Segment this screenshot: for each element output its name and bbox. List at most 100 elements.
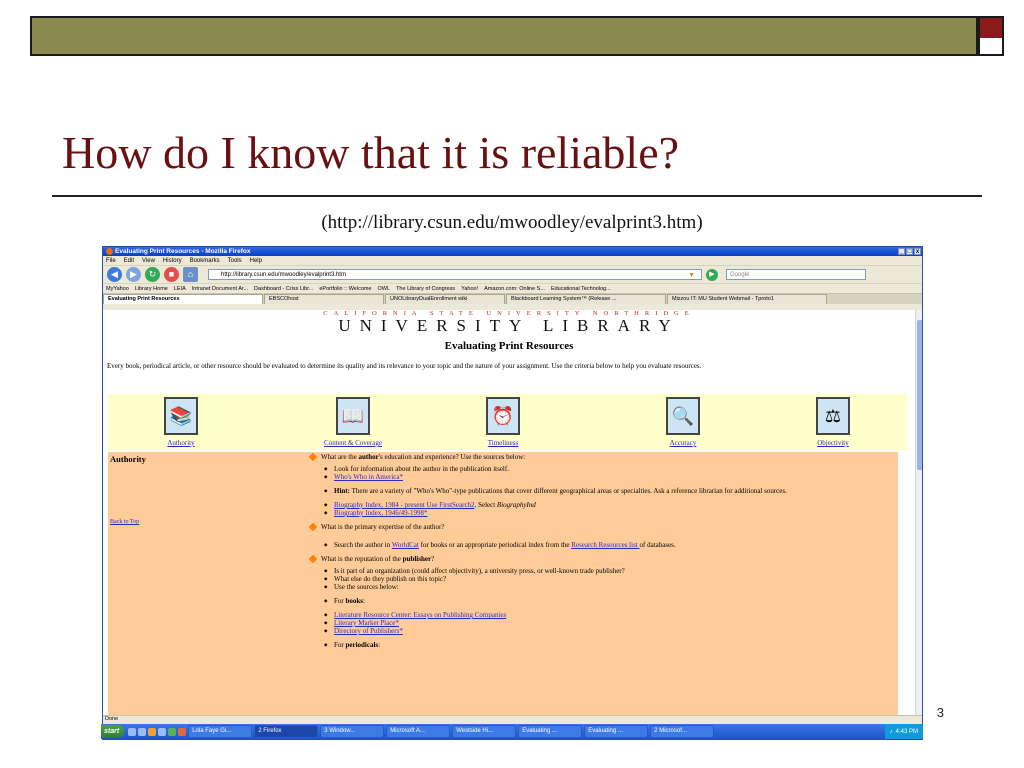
whos-who-link[interactable]: Who's Who in America* <box>334 473 403 481</box>
bookmark-item[interactable]: Library Home <box>135 286 168 292</box>
address-bar[interactable]: http://library.csun.edu/mwoodley/evalpri… <box>208 269 702 280</box>
maximize-button[interactable]: □ <box>906 248 913 255</box>
stop-icon[interactable]: ■ <box>164 267 179 282</box>
quicklaunch-word-icon[interactable] <box>158 727 167 736</box>
bookmark-item[interactable]: Amazon.com: Online S... <box>484 286 545 292</box>
status-bar: Done <box>103 715 922 724</box>
authority-section: Authority Back to Top What are the autho… <box>108 452 898 715</box>
list-item: For periodicals: <box>324 641 894 649</box>
diamond-bullet-icon <box>308 452 318 462</box>
tray-volume-icon[interactable]: ♪ <box>890 729 893 735</box>
criterion-accuracy[interactable]: 🔍 Accuracy <box>638 397 728 447</box>
bookmark-item[interactable]: OWL <box>378 286 391 292</box>
list-item: Look for information about the author in… <box>324 465 894 473</box>
clock: 4:43 PM <box>895 728 918 735</box>
question-author-expertise: What is the primary expertise of the aut… <box>308 522 894 532</box>
tab-blackboard[interactable]: Blackboard Learning System™ (Release ... <box>506 294 666 304</box>
open-book-icon[interactable]: 📖 <box>336 397 370 435</box>
search-input[interactable]: Google <box>726 269 866 280</box>
quicklaunch-firefox-icon[interactable] <box>148 727 157 736</box>
criterion-objectivity[interactable]: ⚖ Objectivity <box>788 397 878 447</box>
task-item[interactable]: 3 Window... <box>320 725 385 738</box>
books-list: For books: <box>324 597 894 605</box>
tab-mizzou-webmail[interactable]: Mizzou IT: MU Student Webmail - Tproto1 <box>667 294 827 304</box>
books-icon[interactable]: 📚 <box>164 397 198 435</box>
reload-icon[interactable]: ↻ <box>145 267 160 282</box>
task-item[interactable]: Westside Hi... <box>452 725 517 738</box>
task-item[interactable]: Lola Faye Gi... <box>188 725 253 738</box>
bookmark-item[interactable]: Intranet Document Ar... <box>192 286 248 292</box>
bookmark-item[interactable]: The Library of Congress <box>396 286 455 292</box>
menu-bar: File Edit View History Bookmarks Tools H… <box>103 256 922 265</box>
back-to-top-link[interactable]: Back to Top <box>110 519 139 525</box>
worldcat-link[interactable]: WorldCat <box>392 541 419 549</box>
bookmark-item[interactable]: Dashboard - Criss Libr... <box>254 286 313 292</box>
bookmark-item[interactable]: LEIA <box>174 286 186 292</box>
question-author-education: What are the author's education and expe… <box>308 452 894 462</box>
go-icon[interactable]: ▶ <box>706 268 718 281</box>
menu-view[interactable]: View <box>142 258 155 264</box>
scales-icon[interactable]: ⚖ <box>816 397 850 435</box>
bookmark-item[interactable]: Educational Technolog... <box>551 286 611 292</box>
forward-arrow-icon[interactable]: ▶ <box>126 267 141 282</box>
tab-uno-wiki[interactable]: UNOLibraryDualEnrollment wiki <box>385 294 505 304</box>
task-item[interactable]: Microsoft A... <box>386 725 451 738</box>
quicklaunch-ie-icon[interactable] <box>138 727 147 736</box>
slide-title: How do I know that it is reliable? <box>62 127 680 178</box>
home-icon[interactable]: ⌂ <box>183 267 198 282</box>
quicklaunch-powerpoint-icon[interactable] <box>178 727 187 736</box>
list-item: Is it part of an organization (could aff… <box>324 567 894 575</box>
quicklaunch-desktop-icon[interactable] <box>128 727 137 736</box>
menu-tools[interactable]: Tools <box>228 258 242 264</box>
criterion-content-link[interactable]: Content & Coverage <box>308 439 398 447</box>
close-button[interactable]: x <box>914 248 921 255</box>
task-item[interactable]: Evaluating ... <box>518 725 583 738</box>
magnifier-icon[interactable]: 🔍 <box>666 397 700 435</box>
literary-market-place-link[interactable]: Literary Market Place* <box>334 619 399 627</box>
list-item: Biography Index, 1984 - present Use Firs… <box>324 501 894 509</box>
back-arrow-icon[interactable]: ◀ <box>107 267 122 282</box>
system-tray: ♪ 4:43 PM <box>884 724 923 739</box>
dropdown-arrow-icon[interactable]: ▼ <box>688 270 695 281</box>
taskbar: start Lola Faye Gi... 2 Firefox 3 Window… <box>101 724 923 739</box>
menu-edit[interactable]: Edit <box>124 258 134 264</box>
directory-of-publishers-link[interactable]: Directory of Publishers* <box>334 627 403 635</box>
bookmark-item[interactable]: Yahoo! <box>461 286 478 292</box>
task-item[interactable]: 2 Firefox <box>254 725 319 738</box>
biography-index-print-link[interactable]: Biography Index, 1946/49-1998* <box>334 509 428 517</box>
research-resources-link[interactable]: Research Resources list <box>571 541 639 549</box>
biography-index-firstsearch-link[interactable]: Biography Index, 1984 - present Use Firs… <box>334 501 475 509</box>
tab-ebscohost[interactable]: EBSCOhost <box>264 294 384 304</box>
intro-paragraph: Every book, periodical article, or other… <box>107 362 702 370</box>
list-item: Literature Resource Center: Essays on Pu… <box>324 611 894 619</box>
page-viewport: CALIFORNIA STATE UNIVERSITY NORTHRIDGE U… <box>103 310 915 715</box>
criterion-objectivity-link[interactable]: Objectivity <box>788 439 878 447</box>
list-item: Use the sources below: <box>324 583 894 591</box>
start-button[interactable]: start <box>101 725 125 738</box>
periodicals-list: For periodicals: <box>324 641 894 649</box>
tab-evaluating-print-resources[interactable]: Evaluating Print Resources <box>103 294 263 304</box>
criterion-authority-link[interactable]: Authority <box>136 439 226 447</box>
criterion-accuracy-link[interactable]: Accuracy <box>638 439 728 447</box>
task-item[interactable]: 2 Microsof... <box>650 725 715 738</box>
menu-file[interactable]: File <box>106 258 116 264</box>
criterion-timeliness-link[interactable]: Timeliness <box>458 439 548 447</box>
tab-strip: Evaluating Print Resources EBSCOhost UNO… <box>103 293 922 304</box>
criterion-timeliness[interactable]: ⏰ Timeliness <box>458 397 548 447</box>
list-item: Hint: There are a variety of "Who's Who"… <box>324 487 894 495</box>
menu-help[interactable]: Help <box>250 258 262 264</box>
bookmark-item[interactable]: ePortfolio :: Welcome <box>319 286 371 292</box>
vertical-scrollbar[interactable] <box>915 310 922 715</box>
clock-icon[interactable]: ⏰ <box>486 397 520 435</box>
criterion-authority[interactable]: 📚 Authority <box>136 397 226 447</box>
bookmark-item[interactable]: MyYahoo <box>106 286 129 292</box>
criterion-content[interactable]: 📖 Content & Coverage <box>308 397 398 447</box>
window-title: Evaluating Print Resources - Mozilla Fir… <box>115 248 251 255</box>
quicklaunch-excel-icon[interactable] <box>168 727 177 736</box>
menu-history[interactable]: History <box>163 258 182 264</box>
task-item[interactable]: Evaluating ... <box>584 725 649 738</box>
menu-bookmarks[interactable]: Bookmarks <box>190 258 220 264</box>
literature-resource-center-link[interactable]: Literature Resource Center: Essays on Pu… <box>334 611 506 619</box>
minimize-button[interactable]: _ <box>898 248 905 255</box>
scrollbar-thumb[interactable] <box>917 320 922 470</box>
